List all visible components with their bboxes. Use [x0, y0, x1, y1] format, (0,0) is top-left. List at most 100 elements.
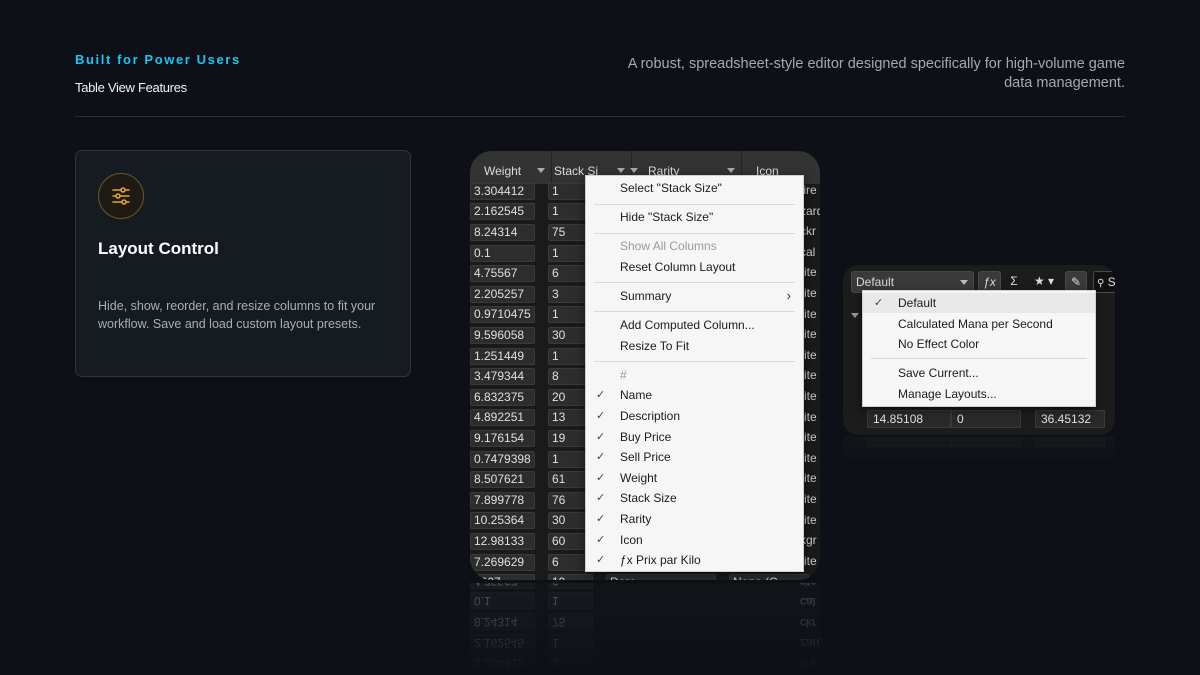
column-menu-item-label: Reset Column Layout — [620, 260, 736, 274]
partial-cell: None (C — [729, 574, 809, 580]
stack-size-cell: 75 — [548, 613, 593, 631]
menu-separator — [594, 311, 795, 312]
column-menu-item[interactable]: Select "Stack Size" — [586, 178, 803, 198]
column-menu-item[interactable]: Hide "Stack Size" — [586, 207, 803, 227]
column-menu-item-label: Select "Stack Size" — [620, 181, 722, 195]
column-menu-item[interactable]: ✓ Icon — [586, 530, 803, 550]
check-icon: ✓ — [596, 492, 606, 504]
column-menu-item-label: Add Computed Column... — [620, 318, 755, 332]
weight-cell[interactable]: 9.596058 — [470, 326, 535, 344]
menu-separator — [594, 361, 795, 362]
weight-cell[interactable]: 9.176154 — [470, 429, 535, 447]
layout-cell[interactable]: 14.85108 — [867, 410, 951, 428]
weight-cell: 8.24314 — [470, 613, 535, 631]
table-row-reflection: 0.1 1 cal — [470, 591, 815, 612]
chevron-down-icon[interactable] — [617, 168, 625, 173]
stack-size-cell: 1 — [548, 633, 593, 651]
weight-cell[interactable]: 10.25364 — [470, 512, 535, 530]
table-row-reflection: 3.304412 1 fire — [470, 652, 817, 673]
chevron-down-icon[interactable] — [537, 168, 545, 173]
check-icon: ✓ — [596, 451, 606, 463]
layout-menu-item[interactable]: Calculated Mana per Second — [863, 314, 1095, 334]
stack-size-cell: 6 — [548, 583, 593, 589]
header-divider — [75, 116, 1125, 117]
weight-cell: 4.75567 — [470, 583, 535, 589]
layout-menu-item[interactable]: Manage Layouts... — [863, 384, 1095, 404]
table-row-reflection: 2.162545 1 zard — [470, 632, 820, 653]
weight-cell[interactable]: 4.75567 — [470, 265, 535, 283]
sliders-icon — [98, 173, 144, 219]
search-icon: ⚲ — [1097, 278, 1105, 289]
weight-cell[interactable]: 1.251449 — [470, 347, 535, 365]
weight-cell[interactable]: 7.269629 — [470, 553, 535, 571]
search-input[interactable]: ⚲ S — [1093, 271, 1115, 293]
layout-cell-reflection — [1035, 437, 1105, 447]
weight-cell[interactable]: 0.9710475 — [470, 306, 535, 324]
column-menu-item[interactable]: ✓ Rarity — [586, 509, 803, 529]
column-menu-item[interactable]: ✓ Buy Price — [586, 427, 803, 447]
weight-cell[interactable]: 3.479344 — [470, 368, 535, 386]
chevron-down-icon[interactable] — [851, 313, 859, 318]
layout-cell[interactable]: 0 — [951, 410, 1021, 428]
column-menu-item[interactable]: ✓ Weight — [586, 468, 803, 488]
column-menu-item-label: ƒx Prix par Kilo — [620, 553, 701, 567]
column-menu-item[interactable]: ✓ Description — [586, 406, 803, 426]
column-menu-item-label: Icon — [620, 533, 643, 547]
column-menu-item[interactable]: ✓ ƒx Prix par Kilo — [586, 550, 803, 570]
layout-menu-item-label: Default — [898, 296, 937, 310]
column-menu-item[interactable]: ✓ Name — [586, 385, 803, 405]
partial-cell: 7007 — [470, 574, 535, 580]
section-description: A robust, spreadsheet-style editor desig… — [627, 56, 1125, 91]
column-menu-item[interactable]: Summary › — [586, 286, 803, 306]
column-menu-item-label: # — [620, 368, 627, 382]
stack-size-cell: 1 — [548, 654, 593, 672]
layout-menu-item[interactable]: Save Current... — [863, 363, 1095, 383]
column-menu-item[interactable]: ✓ Stack Size — [586, 488, 803, 508]
column-menu-item-label: Resize To Fit — [620, 339, 690, 353]
column-menu-item[interactable]: Reset Column Layout — [586, 257, 803, 277]
column-menu-item: # — [586, 365, 803, 385]
weight-cell[interactable]: 7.899778 — [470, 491, 535, 509]
column-header-weight[interactable]: Weight — [470, 151, 552, 184]
layout-presets-menu: ✓ Default Calculated Mana per Second No Eff… — [862, 290, 1096, 407]
column-menu-item-label: Summary — [620, 289, 672, 303]
table-row-partial: 7007 19 Dore None (C — [470, 572, 820, 580]
column-menu-item-label: Buy Price — [620, 430, 672, 444]
menu-separator — [594, 233, 795, 234]
chevron-down-icon[interactable] — [630, 168, 638, 173]
layout-menu-item-label: Manage Layouts... — [898, 387, 997, 401]
column-menu-item[interactable]: Add Computed Column... — [586, 315, 803, 335]
layout-menu-item-label: Calculated Mana per Second — [898, 317, 1053, 331]
column-menu-item-label: Show All Columns — [620, 239, 717, 253]
layout-menu-item-label: No Effect Color — [898, 337, 980, 351]
check-icon: ✓ — [596, 472, 606, 484]
layout-menu-item[interactable]: No Effect Color — [863, 334, 1095, 354]
column-menu-item-label: Sell Price — [620, 450, 671, 464]
weight-cell[interactable]: 8.24314 — [470, 223, 535, 241]
column-menu-item[interactable]: Resize To Fit — [586, 336, 803, 356]
weight-cell[interactable]: 4.892251 — [470, 409, 535, 427]
weight-cell[interactable]: 3.304412 — [470, 182, 535, 200]
table-row-reflection: 4.75567 6 rite — [470, 583, 817, 591]
layout-cell[interactable]: 36.45132 — [1035, 410, 1105, 428]
weight-cell[interactable]: 6.832375 — [470, 388, 535, 406]
partial-cell: Dore — [606, 574, 716, 580]
weight-cell[interactable]: 8.507621 — [470, 471, 535, 489]
section-subtitle: Table View Features — [75, 80, 187, 95]
weight-cell[interactable]: 12.98133 — [470, 532, 535, 550]
layout-menu-item[interactable]: ✓ Default — [863, 293, 1095, 313]
feature-description: Hide, show, reorder, and resize columns … — [98, 299, 376, 331]
weight-cell[interactable]: 0.1 — [470, 244, 535, 262]
chevron-down-icon[interactable] — [727, 168, 735, 173]
column-menu-item[interactable]: ✓ Sell Price — [586, 447, 803, 467]
feature-title: Layout Control — [98, 239, 219, 258]
check-icon: ✓ — [596, 431, 606, 443]
weight-cell[interactable]: 2.205257 — [470, 285, 535, 303]
check-icon: ✓ — [596, 554, 606, 566]
table-row-reflection: 8.24314 75 ckr — [470, 611, 816, 632]
weight-cell[interactable]: 2.162545 — [470, 203, 535, 221]
check-icon: ✓ — [874, 297, 884, 309]
stack-size-cell: 1 — [548, 592, 593, 610]
weight-cell[interactable]: 0.7479398 — [470, 450, 535, 468]
weight-cell: 2.162545 — [470, 633, 535, 651]
